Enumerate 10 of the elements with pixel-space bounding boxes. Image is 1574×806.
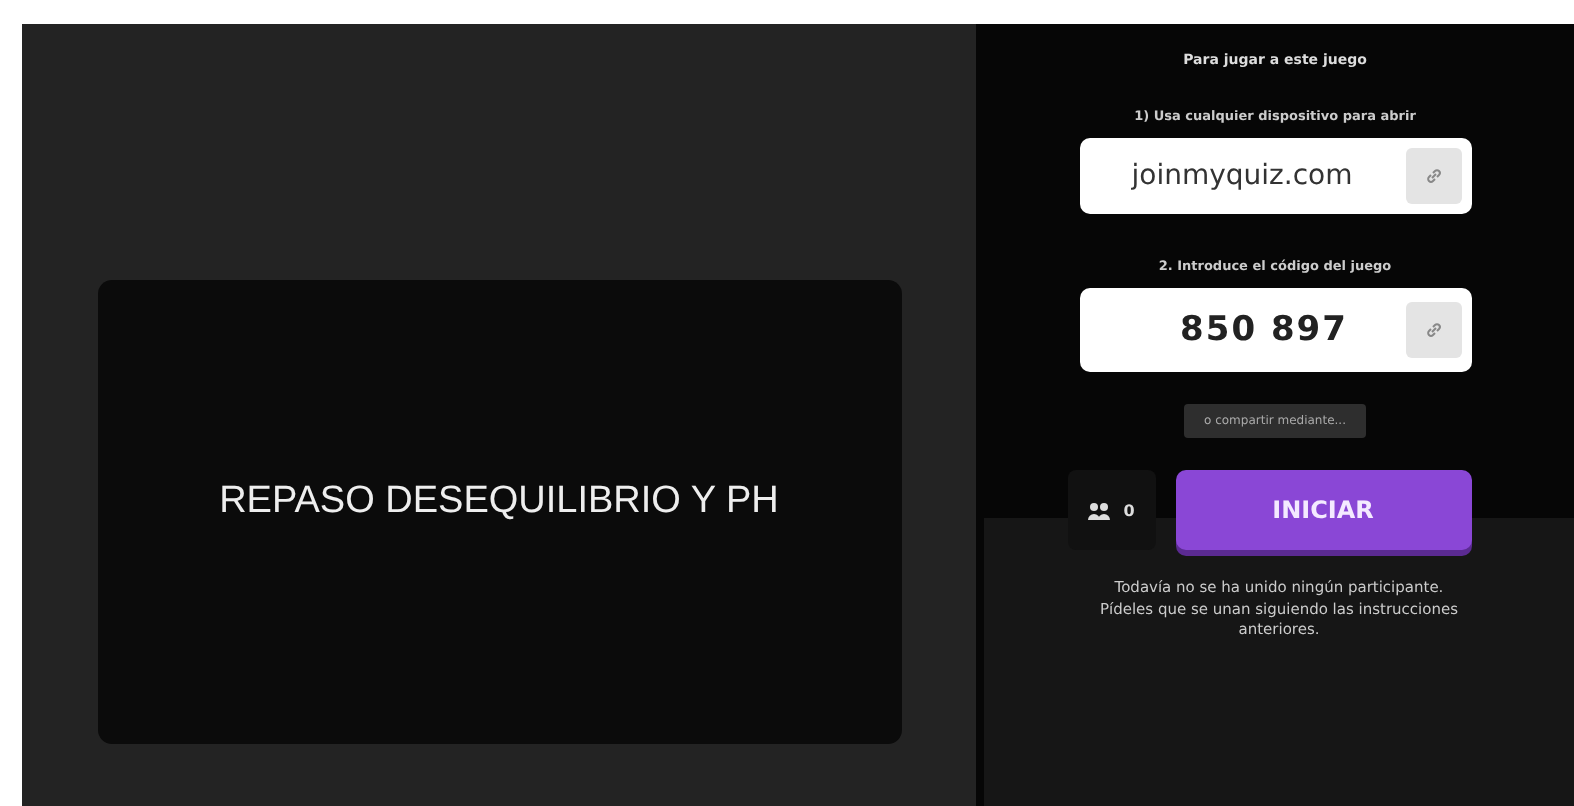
player-count: 0 (1123, 501, 1135, 519)
copy-button[interactable] (1405, 148, 1461, 204)
copy-button[interactable] (1405, 302, 1461, 358)
quiz-title: REPASO DESEQUILIBRIO Y PH (219, 480, 779, 524)
link-icon (1423, 166, 1443, 186)
start-button[interactable]: INICIAR (1175, 470, 1471, 550)
people-icon (1087, 501, 1110, 519)
game-code: 850 897 (1178, 310, 1350, 350)
link-icon (1423, 320, 1443, 340)
url-text: joinmyquiz.com (1129, 160, 1355, 192)
